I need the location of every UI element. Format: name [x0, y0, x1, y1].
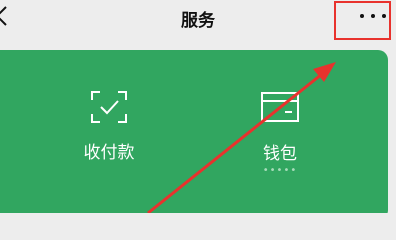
services-page: 服务 收付款 钱包 ••••• — [0, 0, 396, 213]
wallet-balance-mask: ••••• — [262, 165, 298, 176]
wallet-icon — [261, 92, 299, 122]
service-item-wallet[interactable]: 钱包 ••••• — [210, 50, 350, 200]
scan-check-icon — [91, 91, 127, 123]
highlight-annotation-box — [334, 1, 391, 40]
service-card: 收付款 钱包 ••••• — [0, 50, 388, 213]
service-item-payment[interactable]: 收付款 — [39, 50, 179, 200]
service-label: 钱包 — [263, 144, 297, 164]
service-label: 收付款 — [83, 143, 135, 163]
